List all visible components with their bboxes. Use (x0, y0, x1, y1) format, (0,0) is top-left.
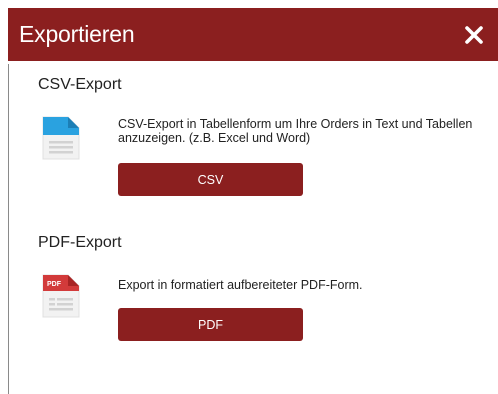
pdf-export-button[interactable]: PDF (118, 308, 303, 341)
pdf-description: Export in formatiert aufbereiteter PDF-F… (118, 278, 363, 292)
pdf-section-title: PDF-Export (38, 234, 122, 251)
dialog-border (8, 64, 9, 394)
pdf-icon-badge: PDF (47, 281, 62, 288)
pdf-file-icon: PDF (42, 274, 80, 318)
csv-file-icon (42, 116, 80, 160)
csv-section-title: CSV-Export (38, 76, 122, 93)
dialog-header: Exportieren (8, 8, 498, 61)
close-icon (465, 25, 483, 44)
export-dialog: Exportieren CSV-Export CSV-Export in Tab… (0, 0, 498, 394)
csv-export-button[interactable]: CSV (118, 163, 303, 196)
csv-description: CSV-Export in Tabellenform um Ihre Order… (118, 117, 473, 145)
close-button[interactable] (460, 21, 488, 49)
dialog-title: Exportieren (19, 21, 135, 47)
